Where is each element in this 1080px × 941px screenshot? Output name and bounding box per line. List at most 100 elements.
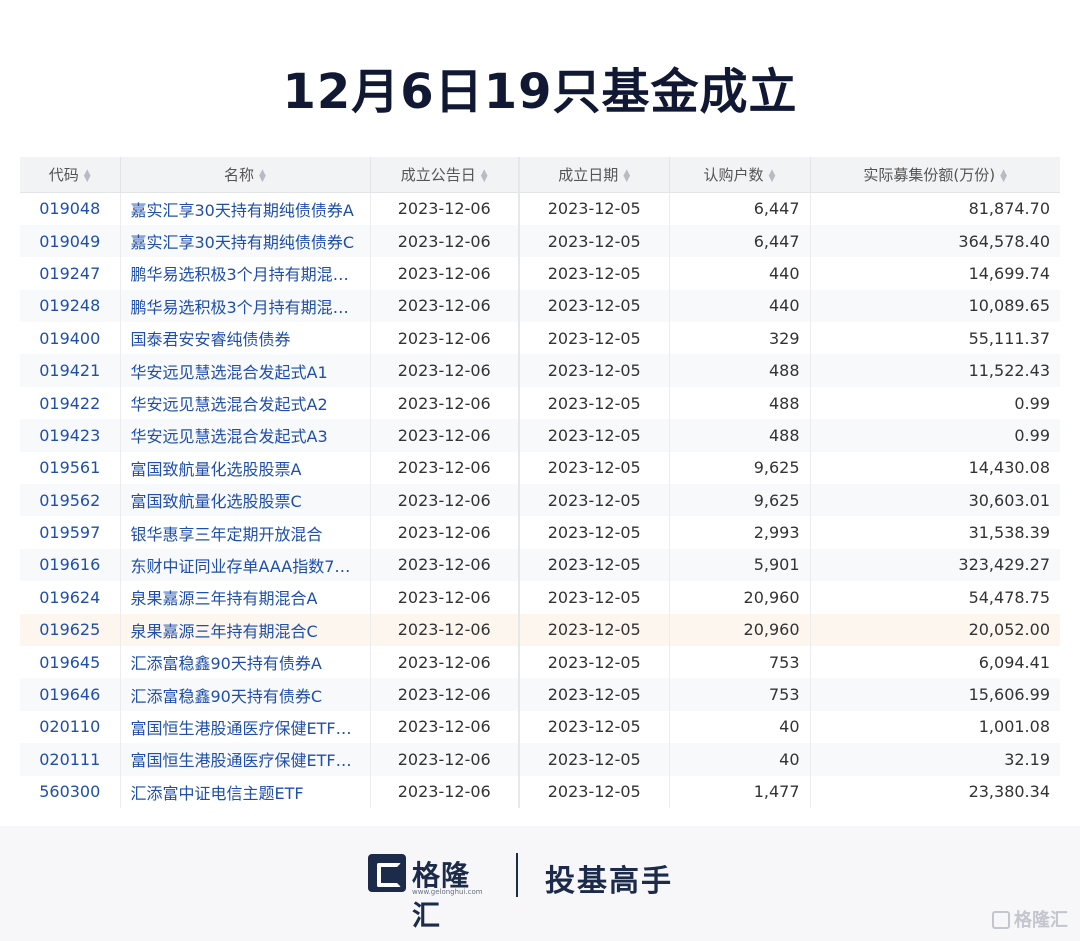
fund-name-link[interactable]: 汇添富稳鑫90天持有债券A (120, 645, 371, 679)
fund-code-link[interactable]: 019597 (20, 516, 121, 549)
raised-shares: 1,001.08 (978, 717, 1050, 737)
raised-shares: 32.19 (810, 743, 1060, 776)
table-row: 019400 国泰君安安睿纯债债券 2023-12-06 2023-12-05 329 5… (20, 322, 1060, 355)
establish-date: 2023-12-05 (518, 451, 670, 485)
announce-date: 2023-12-06 (370, 516, 520, 549)
fund-code-link[interactable]: 019049 (20, 224, 121, 258)
table-row: 020111 富国恒生港股通医疗保健ETF发… 2023-12-06 2023-12-… (20, 743, 1060, 776)
header-code[interactable]: 代码 ▲ ▼ (20, 157, 121, 193)
fund-name-link[interactable]: 国泰君安安睿纯债债券 (120, 322, 371, 355)
fund-name-link[interactable]: 华安远见慧选混合发起式A1 (120, 354, 371, 387)
raised-shares: 14,430.08 (968, 458, 1050, 478)
raised-shares: 20,052.00 (810, 613, 1060, 646)
fund-code-link[interactable]: 020111 (20, 743, 121, 776)
sort-icon[interactable]: ▲ ▼ (259, 168, 266, 183)
subscriber-count: 40 (669, 743, 811, 776)
fund-code-link[interactable]: 020110 (20, 710, 121, 744)
fund-code-link[interactable]: 019616 (20, 548, 121, 582)
announce-date: 2023-12-06 (370, 192, 520, 225)
raised-shares: 81,874.70 (968, 199, 1050, 219)
announce-date: 2023-12-06 (370, 710, 520, 744)
fund-name-link[interactable]: 泉果嘉源三年持有期混合A (120, 581, 371, 614)
table-row: 560300 汇添富中证电信主题ETF 2023-12-06 2023-12-05 1,… (20, 775, 1060, 808)
sort-icon[interactable]: ▲ ▼ (84, 168, 91, 183)
fund-name-link[interactable]: 华安远见慧选混合发起式A2 (120, 386, 371, 420)
sort-icon[interactable]: ▲ ▼ (481, 168, 488, 183)
header-name[interactable]: 名称 ▲ ▼ (120, 157, 371, 193)
fund-name-link[interactable]: 鹏华易选积极3个月持有期混合(… (120, 257, 371, 290)
fund-name-link[interactable]: 汇添富稳鑫90天持有债券C (120, 678, 371, 711)
fund-code-link[interactable]: 019423 (20, 419, 121, 452)
establish-date: 2023-12-05 (518, 710, 670, 744)
header-subscribers[interactable]: 认购户数 ▲ ▼ (669, 157, 811, 193)
raised-shares: 54,478.75 (968, 587, 1050, 607)
subscriber-count: 488 (669, 354, 811, 387)
sort-icon[interactable]: ▲ ▼ (769, 168, 776, 183)
fund-name-link[interactable]: 富国致航量化选股股票A (120, 451, 371, 485)
establish-date: 2023-12-05 (518, 419, 670, 452)
header-announce-date[interactable]: 成立公告日 ▲ ▼ (370, 157, 520, 193)
subscriber-count: 440 (669, 257, 811, 290)
subscriber-count: 20,960 (669, 613, 811, 646)
announce-date: 2023-12-06 (370, 224, 520, 258)
fund-code-link[interactable]: 019646 (20, 678, 121, 711)
fund-name-link[interactable]: 东财中证同业存单AAA指数7天… (120, 548, 371, 582)
table-row: 019616 东财中证同业存单AAA指数7天… 2023-12-06 2023-12-… (20, 548, 1060, 582)
announce-date: 2023-12-06 (370, 645, 520, 679)
fund-name-link[interactable]: 汇添富中证电信主题ETF (120, 775, 371, 808)
fund-code-link[interactable]: 019645 (20, 645, 121, 679)
table-row: 019624 泉果嘉源三年持有期混合A 2023-12-06 2023-12-05 20… (20, 581, 1060, 614)
fund-name-link[interactable]: 嘉实汇享30天持有期纯债债券A (120, 192, 371, 225)
raised-shares: 364,578.40 (810, 224, 1060, 258)
fund-code-link[interactable]: 019625 (20, 613, 121, 646)
fund-name-link[interactable]: 泉果嘉源三年持有期混合C (120, 613, 371, 646)
fund-name-link[interactable]: 鹏华易选积极3个月持有期混合(… (120, 289, 371, 323)
subscriber-count: 753 (669, 678, 811, 711)
table-row: 019423 华安远见慧选混合发起式A3 2023-12-06 2023-12-05 4… (20, 419, 1060, 452)
raised-shares: 10,089.65 (810, 289, 1060, 323)
subscriber-count: 329 (669, 322, 811, 355)
table-row: 019048 嘉实汇享30天持有期纯债债券A 2023-12-06 2023-12-0… (20, 192, 1060, 225)
footer-divider (516, 853, 518, 897)
header-establish-date[interactable]: 成立日期 ▲ ▼ (518, 157, 670, 193)
establish-date: 2023-12-05 (518, 678, 670, 711)
table-row: 020110 富国恒生港股通医疗保健ETF发… 2023-12-06 2023-12-… (20, 710, 1060, 744)
fund-name-link[interactable]: 银华惠享三年定期开放混合 (120, 516, 371, 549)
fund-name-link[interactable]: 富国致航量化选股股票C (120, 484, 371, 517)
establish-date: 2023-12-05 (518, 322, 670, 355)
table-body: 019048 嘉实汇享30天持有期纯债债券A 2023-12-06 2023-12-0… (20, 192, 1060, 808)
fund-name-link[interactable]: 嘉实汇享30天持有期纯债债券C (120, 224, 371, 258)
fund-code-link[interactable]: 019248 (20, 289, 121, 323)
sort-icon[interactable]: ▲ ▼ (623, 168, 630, 183)
subscriber-count: 488 (669, 386, 811, 420)
fund-name-link[interactable]: 富国恒生港股通医疗保健ETF发… (120, 710, 371, 744)
announce-date: 2023-12-06 (370, 775, 520, 808)
announce-date: 2023-12-06 (370, 743, 520, 776)
page-title: 12月6日19只基金成立 (282, 64, 798, 120)
watermark: 格隆汇 (992, 906, 1068, 932)
fund-code-link[interactable]: 019048 (20, 192, 121, 225)
announce-date: 2023-12-06 (370, 257, 520, 290)
raised-shares: 55,111.37 (968, 328, 1050, 348)
fund-code-link[interactable]: 019247 (20, 257, 121, 290)
fund-code-link[interactable]: 019624 (20, 581, 121, 614)
fund-name-link[interactable]: 富国恒生港股通医疗保健ETF发… (120, 743, 371, 776)
sort-icon[interactable]: ▲ ▼ (1000, 168, 1007, 183)
fund-code-link[interactable]: 019421 (20, 354, 121, 387)
table-row: 019049 嘉实汇享30天持有期纯债债券C 2023-12-06 2023-12-0… (20, 224, 1060, 258)
raised-shares: 31,538.39 (968, 523, 1050, 543)
raised-shares: 15,606.99 (810, 678, 1060, 711)
establish-date: 2023-12-05 (518, 581, 670, 614)
subscriber-count: 9,625 (669, 484, 811, 517)
fund-code-link[interactable]: 560300 (20, 775, 121, 808)
fund-code-link[interactable]: 019400 (20, 322, 121, 355)
fund-name-link[interactable]: 华安远见慧选混合发起式A3 (120, 419, 371, 452)
fund-code-link[interactable]: 019561 (20, 451, 121, 485)
subscriber-count: 6,447 (669, 224, 811, 258)
subscriber-count: 9,625 (669, 451, 811, 485)
footer (0, 826, 1080, 941)
fund-code-link[interactable]: 019562 (20, 484, 121, 517)
fund-code-link[interactable]: 019422 (20, 386, 121, 420)
subscriber-count: 20,960 (669, 581, 811, 614)
header-raised-shares[interactable]: 实际募集份额(万份) ▲ ▼ (810, 157, 1060, 193)
